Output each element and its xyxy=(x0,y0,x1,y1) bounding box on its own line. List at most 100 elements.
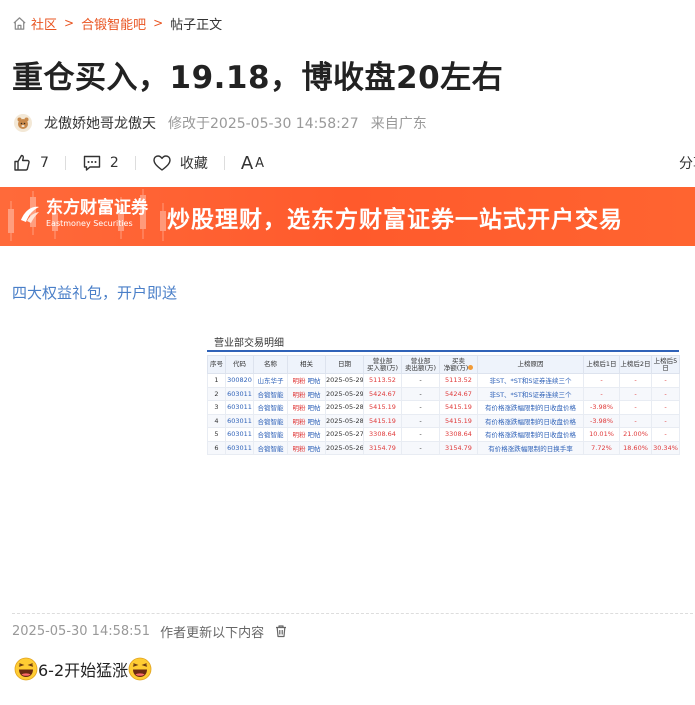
eastmoney-logo: 东方财富证券 Eastmoney Securities xyxy=(18,199,148,229)
table-cell[interactable]: 明粉 吧帖 xyxy=(287,400,326,415)
eastmoney-logo-icon xyxy=(21,206,39,223)
ad-banner[interactable]: 东方财富证券 Eastmoney Securities 炒股理财，选东方财富证券… xyxy=(0,187,695,246)
breadcrumb-separator: > xyxy=(64,16,75,30)
trash-icon[interactable] xyxy=(274,624,288,638)
table-row[interactable]: 4 603011 合锻智能 明粉 吧帖 2025-05-28 5415.19-5415.1… xyxy=(207,413,680,428)
laughing-emoji-icon xyxy=(14,657,38,681)
table-cell: - xyxy=(619,400,652,415)
table-cell[interactable]: 合锻智能 xyxy=(253,427,288,442)
table-cell[interactable]: 明粉 吧帖 xyxy=(287,386,326,401)
table-cell: 5113.52 xyxy=(363,373,402,388)
breadcrumb-current: 帖子正文 xyxy=(170,17,223,33)
heart-icon xyxy=(153,155,171,171)
table-cell: - xyxy=(583,373,620,388)
table-cell[interactable]: 603011 xyxy=(225,440,254,455)
table-header-cell: 上榜后5日 xyxy=(651,355,680,374)
table-cell: 2025-05-29 xyxy=(325,373,364,388)
table-header-cell: 代码 xyxy=(225,355,254,374)
table-cell: 3308.64 xyxy=(363,427,402,442)
update-note: 作者更新以下内容 xyxy=(160,625,265,641)
table-cell: - xyxy=(401,373,440,388)
table-cell[interactable]: 明粉 吧帖 xyxy=(287,440,326,455)
divider xyxy=(134,156,136,170)
avatar[interactable] xyxy=(14,114,32,132)
author-name[interactable]: 龙傲娇她哥龙傲天 xyxy=(44,113,156,133)
trade-table: 序号 代码 名称 相关 日期 营业部 买入额(万) 营业部 卖出额(万) 买卖 净额(万) 上榜原因上… xyxy=(207,355,680,455)
table-cell: - xyxy=(401,427,440,442)
home-icon[interactable] xyxy=(12,16,27,31)
table-cell: 2025-05-28 xyxy=(325,400,364,415)
table-cell: - xyxy=(651,373,680,388)
font-size-large-label: A xyxy=(240,152,254,174)
table-header-row: 序号 代码 名称 相关 日期 营业部 买入额(万) 营业部 卖出额(万) 买卖 净额(万) 上榜原因上… xyxy=(207,355,680,374)
embedded-screenshot[interactable]: 营业部交易明细 序号 代码 名称 相关 日期 营业部 买入额(万) 营业部 卖出额(万) 买卖 净额… xyxy=(207,331,680,465)
table-cell: 3154.79 xyxy=(363,440,402,455)
table-row[interactable]: 5 603011 合锻智能 明粉 吧帖 2025-05-27 3308.64-3308.6… xyxy=(207,427,680,442)
table-cell: 5 xyxy=(207,427,226,442)
table-cell[interactable]: 明粉 吧帖 xyxy=(287,373,326,388)
table-cell: - xyxy=(619,413,652,428)
table-cell[interactable]: 603011 xyxy=(225,386,254,401)
table-cell: 4 xyxy=(207,413,226,428)
comment-icon xyxy=(83,155,101,171)
table-cell[interactable]: 603011 xyxy=(225,427,254,442)
table-cell: -3.98% xyxy=(583,400,620,415)
collect-button[interactable]: 收藏 xyxy=(152,153,208,173)
table-cell: 30.34% xyxy=(651,440,680,455)
table-cell[interactable]: 合锻智能 xyxy=(253,386,288,401)
share-button[interactable]: 分享 xyxy=(679,153,695,173)
table-cell: -3.98% xyxy=(583,413,620,428)
table-cell[interactable]: 山东华子 xyxy=(253,373,288,388)
table-cell: 3154.79 xyxy=(439,440,478,455)
table-cell[interactable]: 合锻智能 xyxy=(253,440,288,455)
table-cell: - xyxy=(583,386,620,401)
table-cell[interactable]: 603011 xyxy=(225,400,254,415)
table-cell: - xyxy=(651,386,680,401)
table-cell[interactable]: 合锻智能 xyxy=(253,413,288,428)
table-cell: 5424.67 xyxy=(439,386,478,401)
table-cell: 非ST、*ST和S证券连续三个 xyxy=(477,373,584,388)
table-cell: 5424.67 xyxy=(363,386,402,401)
breadcrumb-community[interactable]: 社区 xyxy=(31,14,57,33)
table-row[interactable]: 6 603011 合锻智能 明粉 吧帖 2025-05-26 3154.79-3154.7… xyxy=(207,440,680,455)
table-header-cell: 营业部 卖出额(万) xyxy=(401,355,440,374)
update-info: 2025-05-30 14:58:51 作者更新以下内容 xyxy=(12,622,288,641)
table-cell: 6 xyxy=(207,440,226,455)
screenshot-caption: 营业部交易明细 xyxy=(214,338,284,349)
table-cell: - xyxy=(651,427,680,442)
table-header-cell: 序号 xyxy=(207,355,226,374)
table-cell: - xyxy=(619,373,652,388)
table-cell[interactable]: 明粉 吧帖 xyxy=(287,413,326,428)
table-cell: 1 xyxy=(207,373,226,388)
table-row[interactable]: 3 603011 合锻智能 明粉 吧帖 2025-05-28 5415.19-5415.1… xyxy=(207,400,680,415)
breadcrumb-bar[interactable]: 合锻智能吧 xyxy=(81,14,146,33)
logo-english-text: Eastmoney Securities xyxy=(46,219,133,228)
table-header-cell: 买卖 净额(万) xyxy=(439,355,478,374)
table-cell: 5415.19 xyxy=(363,413,402,428)
screenshot-rule xyxy=(207,350,679,352)
avatar-icon xyxy=(17,117,29,129)
table-cell: 2025-05-28 xyxy=(325,413,364,428)
table-cell[interactable]: 603011 xyxy=(225,413,254,428)
divider xyxy=(64,156,66,170)
comment-button[interactable]: 2 xyxy=(82,153,119,173)
thumbs-up-icon xyxy=(14,154,30,171)
like-button[interactable]: 7 xyxy=(12,153,49,173)
table-cell: 5113.52 xyxy=(439,373,478,388)
table-header-cell: 上榜后1日 xyxy=(583,355,620,374)
table-cell[interactable]: 300820 xyxy=(225,373,254,388)
table-header-cell: 上榜后2日 xyxy=(619,355,652,374)
table-cell[interactable]: 明粉 吧帖 xyxy=(287,427,326,442)
font-size-button[interactable]: AA xyxy=(241,153,264,174)
table-cell: - xyxy=(651,413,680,428)
table-header-cell: 名称 xyxy=(253,355,288,374)
table-cell[interactable]: 合锻智能 xyxy=(253,400,288,415)
table-row[interactable]: 2 603011 合锻智能 明粉 吧帖 2025-05-29 5424.67-5424.6… xyxy=(207,386,680,401)
table-cell: - xyxy=(619,386,652,401)
table-cell: 2025-05-29 xyxy=(325,386,364,401)
table-cell: - xyxy=(401,386,440,401)
table-cell: 有价格涨跌幅限制的日收盘价格 xyxy=(477,413,584,428)
table-header-cell: 相关 xyxy=(287,355,326,374)
table-row[interactable]: 1 300820 山东华子 明粉 吧帖 2025-05-29 5113.52-5113.5… xyxy=(207,373,680,388)
promo-link[interactable]: 四大权益礼包，开户即送 xyxy=(12,282,177,303)
